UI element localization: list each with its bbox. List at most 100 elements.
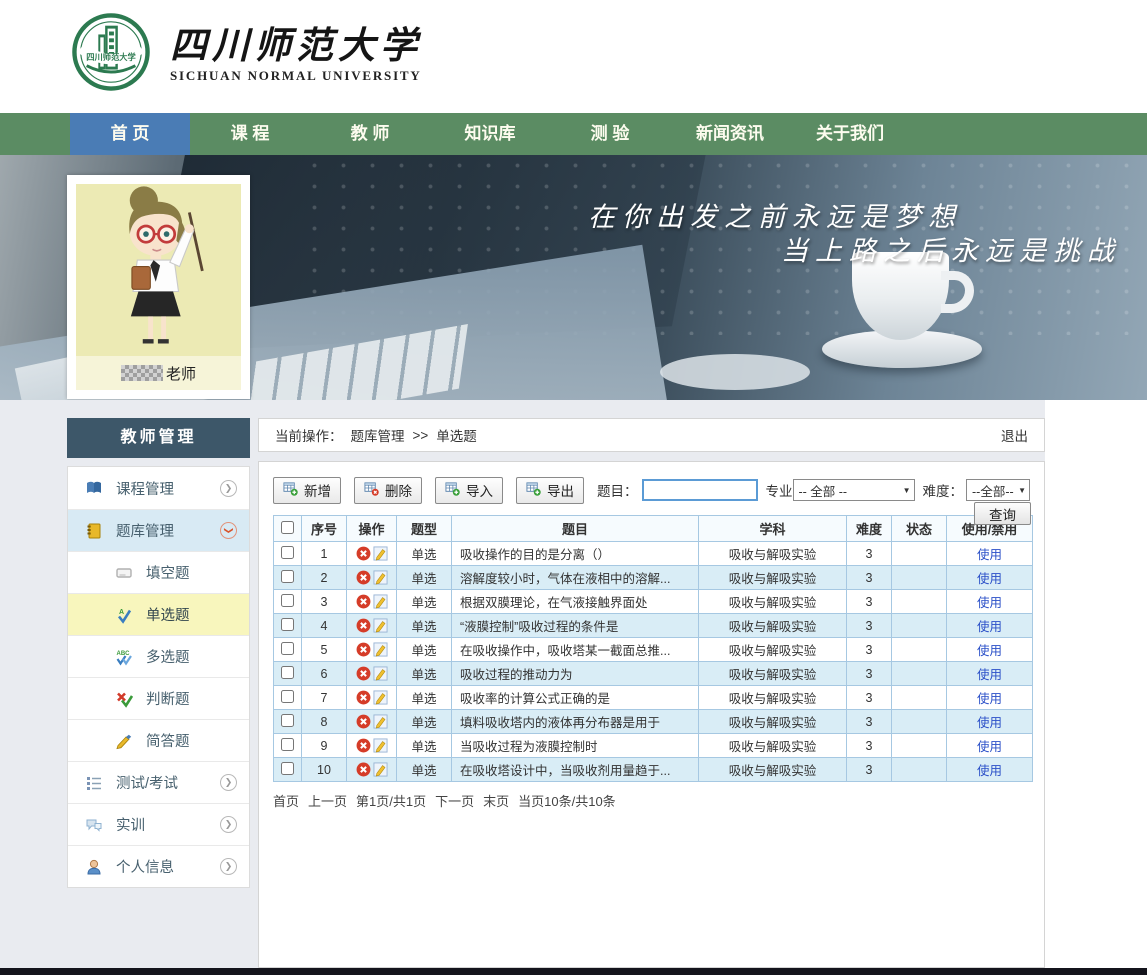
- row-checkbox[interactable]: [281, 570, 294, 583]
- sidebar-item-question-bank[interactable]: 题库管理❯: [68, 509, 249, 551]
- page-link[interactable]: 末页: [483, 791, 509, 810]
- use-link[interactable]: 使用: [977, 596, 1002, 610]
- use-link[interactable]: 使用: [977, 572, 1002, 586]
- edit-row-icon[interactable]: [372, 642, 389, 656]
- nav-item[interactable]: 教 师: [310, 113, 430, 155]
- row-checkbox[interactable]: [281, 546, 294, 559]
- sidebar-item-judgment[interactable]: 判断题: [68, 677, 249, 719]
- delete-row-icon[interactable]: [355, 546, 372, 560]
- search-button[interactable]: 查询: [974, 502, 1031, 525]
- banner-plate-decor: [660, 354, 810, 390]
- row-checkbox[interactable]: [281, 762, 294, 775]
- sidebar-item-course-management[interactable]: 课程管理❯: [68, 467, 249, 509]
- row-checkbox[interactable]: [281, 642, 294, 655]
- sidebar-item-practical-training[interactable]: 实训❯: [68, 803, 249, 845]
- use-link[interactable]: 使用: [977, 644, 1002, 658]
- major-select[interactable]: -- 全部 -- ▼: [793, 479, 915, 501]
- nav-item[interactable]: 知识库: [430, 113, 550, 155]
- breadcrumb-current: 单选题: [436, 425, 477, 445]
- delete-row-icon[interactable]: [355, 594, 372, 608]
- delete-row-icon[interactable]: [355, 666, 372, 680]
- page-link[interactable]: 当页10条/共10条: [518, 791, 616, 810]
- edit-row-icon[interactable]: [372, 570, 389, 584]
- banner: 在你出发之前永远是梦想 当上路之后永远是挑战: [0, 155, 1147, 400]
- delete-row-icon[interactable]: [355, 690, 372, 704]
- chat-icon: [84, 816, 104, 834]
- edit-row-icon[interactable]: [372, 618, 389, 632]
- use-link[interactable]: 使用: [977, 740, 1002, 754]
- question-table-body: 1单选吸收操作的目的是分离（）吸收与解吸实验3使用2单选溶解度较小时，气体在液相…: [274, 542, 1033, 782]
- page-link[interactable]: 下一页: [435, 791, 474, 810]
- table-row: 2单选溶解度较小时，气体在液相中的溶解...吸收与解吸实验3使用: [274, 566, 1033, 590]
- nav-item[interactable]: 关于我们: [790, 113, 910, 155]
- row-checkbox[interactable]: [281, 618, 294, 631]
- edit-row-icon[interactable]: [372, 762, 389, 776]
- difficulty-filter-label: 难度：: [923, 480, 964, 500]
- nav-item[interactable]: 测 验: [550, 113, 670, 155]
- sidebar-item-multi-choice[interactable]: ABC多选题: [68, 635, 249, 677]
- delete-row-icon[interactable]: [355, 738, 372, 752]
- breadcrumb-separator: >>: [413, 428, 429, 443]
- major-filter-label: 专业: [766, 480, 793, 500]
- use-link[interactable]: 使用: [977, 668, 1002, 682]
- delete-row-icon[interactable]: [355, 762, 372, 776]
- add-button[interactable]: 新增: [273, 477, 341, 504]
- use-link[interactable]: 使用: [977, 548, 1002, 562]
- row-checkbox[interactable]: [281, 666, 294, 679]
- person-icon: [84, 858, 104, 876]
- table-row: 10单选在吸收塔设计中，当吸收剂用量趋于...吸收与解吸实验3使用: [274, 758, 1033, 782]
- use-link[interactable]: 使用: [977, 716, 1002, 730]
- use-link[interactable]: 使用: [977, 620, 1002, 634]
- edit-row-icon[interactable]: [372, 666, 389, 680]
- edit-row-icon[interactable]: [372, 738, 389, 752]
- sidebar-item-single-choice[interactable]: A单选题: [68, 593, 249, 635]
- chevron-down-icon: ▼: [1018, 486, 1026, 495]
- delete-row-icon[interactable]: [355, 714, 372, 728]
- edit-row-icon[interactable]: [372, 714, 389, 728]
- use-link[interactable]: 使用: [977, 764, 1002, 778]
- delete-row-icon[interactable]: [355, 618, 372, 632]
- use-link[interactable]: 使用: [977, 692, 1002, 706]
- nav-item[interactable]: 新闻资讯: [670, 113, 790, 155]
- pagination: 首页上一页第1页/共1页下一页末页当页10条/共10条: [273, 791, 1030, 810]
- site-header: 四川师范大学 四川师范大学 SICHUAN NORMAL UNIVERSITY: [0, 0, 1147, 113]
- export-button[interactable]: 导出: [516, 477, 584, 504]
- multi-choice-icon: ABC: [114, 648, 134, 666]
- title-filter-input[interactable]: [642, 479, 758, 501]
- edit-row-icon[interactable]: [372, 594, 389, 608]
- sidebar-item-short-answer[interactable]: 简答题: [68, 719, 249, 761]
- import-button[interactable]: 导入: [435, 477, 503, 504]
- question-panel: 新增 删除 导入 导出 题目：: [258, 461, 1045, 968]
- delete-button[interactable]: 删除: [354, 477, 422, 504]
- nav-item[interactable]: 首 页: [70, 113, 190, 155]
- svg-text:A: A: [119, 609, 124, 616]
- breadcrumb-section[interactable]: 题库管理: [351, 425, 405, 445]
- edit-row-icon[interactable]: [372, 546, 389, 560]
- page-link[interactable]: 首页: [273, 791, 299, 810]
- svg-text:四川师范大学: 四川师范大学: [86, 52, 136, 62]
- row-checkbox[interactable]: [281, 738, 294, 751]
- toolbar: 新增 删除 导入 导出 题目：: [273, 475, 1030, 505]
- content: 当前操作： 题库管理 >> 单选题 退出 新增 删除: [258, 418, 1045, 968]
- sidebar-item-personal-info[interactable]: 个人信息❯: [68, 845, 249, 887]
- teacher-avatar: [76, 184, 241, 356]
- row-checkbox[interactable]: [281, 714, 294, 727]
- sidebar-item-test-exam[interactable]: 测试/考试❯: [68, 761, 249, 803]
- edit-row-icon[interactable]: [372, 690, 389, 704]
- university-name-en: SICHUAN NORMAL UNIVERSITY: [170, 68, 422, 84]
- sidebar-item-fill-blank[interactable]: 填空题: [68, 551, 249, 593]
- page-link[interactable]: 上一页: [308, 791, 347, 810]
- notebook-icon: [84, 522, 104, 540]
- filters: 题目： 专业 -- 全部 -- ▼ 难度： --全部-- ▼: [597, 479, 1030, 501]
- row-checkbox[interactable]: [281, 594, 294, 607]
- delete-row-icon[interactable]: [355, 642, 372, 656]
- table-row: 7单选吸收率的计算公式正确的是吸收与解吸实验3使用: [274, 686, 1033, 710]
- select-all-checkbox[interactable]: [281, 521, 294, 534]
- page-link[interactable]: 第1页/共1页: [356, 791, 426, 810]
- chevron-right-icon: ❯: [220, 858, 237, 875]
- difficulty-select[interactable]: --全部-- ▼: [966, 479, 1030, 501]
- delete-row-icon[interactable]: [355, 570, 372, 584]
- nav-item[interactable]: 课 程: [190, 113, 310, 155]
- logout-button[interactable]: 退出: [1001, 425, 1028, 445]
- row-checkbox[interactable]: [281, 690, 294, 703]
